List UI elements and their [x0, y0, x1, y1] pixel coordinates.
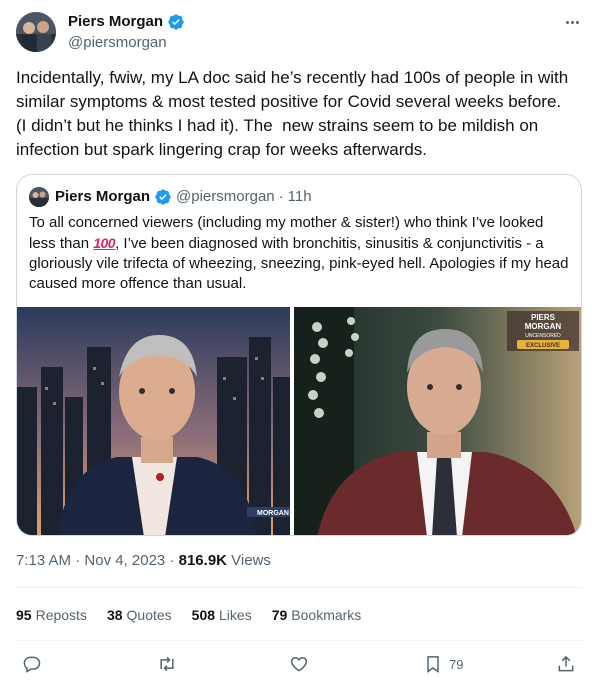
- like-button[interactable]: [289, 650, 309, 678]
- quote-text: To all concerned viewers (including my m…: [29, 213, 569, 294]
- reposts-stat[interactable]: 95 Reposts: [16, 605, 87, 625]
- exclusive-badge: EXCLUSIVE: [526, 343, 560, 349]
- tweet-meta: 7:13 AM · Nov 4, 2023 · 816.9K Views: [16, 551, 271, 571]
- reply-button[interactable]: [22, 650, 42, 678]
- repost-icon: [160, 656, 174, 672]
- views-label: Views: [231, 552, 271, 569]
- lower-third-tag: MORGAN: [257, 510, 289, 517]
- bookmark-button[interactable]: 79: [423, 650, 463, 678]
- meta-separator-2: ·: [169, 552, 175, 569]
- tweet-time[interactable]: 7:13 AM: [16, 552, 71, 569]
- author-avatar[interactable]: [16, 12, 56, 52]
- engagement-stats: 95 Reposts 38 Quotes 508 Likes 79 Bookmarks: [16, 605, 361, 625]
- more-icon[interactable]: [560, 12, 584, 32]
- bookmark-icon: [427, 656, 439, 673]
- tweet-date[interactable]: Nov 4, 2023: [84, 552, 165, 569]
- repost-button[interactable]: [157, 650, 177, 678]
- action-bar: 79: [0, 650, 598, 680]
- author-handle[interactable]: @piersmorgan: [68, 34, 167, 52]
- tweet-detail: Piers Morgan @piersmorgan Incidentally, …: [0, 0, 598, 687]
- show-logo-line1: PIERS: [531, 313, 556, 322]
- likes-stat[interactable]: 508 Likes: [192, 605, 252, 625]
- reply-icon: [23, 656, 41, 673]
- quote-author-avatar[interactable]: [29, 187, 49, 207]
- quote-author-name[interactable]: Piers Morgan: [55, 187, 150, 207]
- hundred-points-icon: 100: [93, 235, 116, 251]
- divider: [16, 640, 582, 641]
- like-icon: [290, 656, 308, 672]
- quotes-stat[interactable]: 38 Quotes: [107, 605, 172, 625]
- share-icon: [558, 655, 574, 672]
- bookmark-count: 79: [449, 656, 464, 672]
- quote-author-handle[interactable]: @piersmorgan: [176, 187, 275, 207]
- show-logo-line3: UNCENSORED: [525, 333, 561, 339]
- share-button[interactable]: [556, 650, 576, 678]
- quote-age[interactable]: 11h: [288, 187, 312, 207]
- divider: [16, 587, 582, 588]
- quoted-tweet[interactable]: Piers Morgan @piersmorgan · 11h To all c…: [16, 174, 582, 536]
- quote-media[interactable]: MORGAN PIERS MORGAN UNCENSORED EXCLUSIVE: [17, 307, 581, 535]
- bookmarks-stat[interactable]: 79 Bookmarks: [272, 605, 362, 625]
- meta-separator: ·: [75, 552, 81, 569]
- quote-separator: ·: [278, 188, 284, 205]
- verified-badge-icon: [155, 189, 171, 205]
- show-logo-line2: MORGAN: [525, 322, 562, 331]
- tweet-text: Incidentally, fwiw, my LA doc said he’s …: [16, 68, 573, 159]
- author-name[interactable]: Piers Morgan: [68, 12, 163, 32]
- verified-badge-icon: [168, 14, 184, 30]
- views-count: 816.9K: [178, 552, 227, 569]
